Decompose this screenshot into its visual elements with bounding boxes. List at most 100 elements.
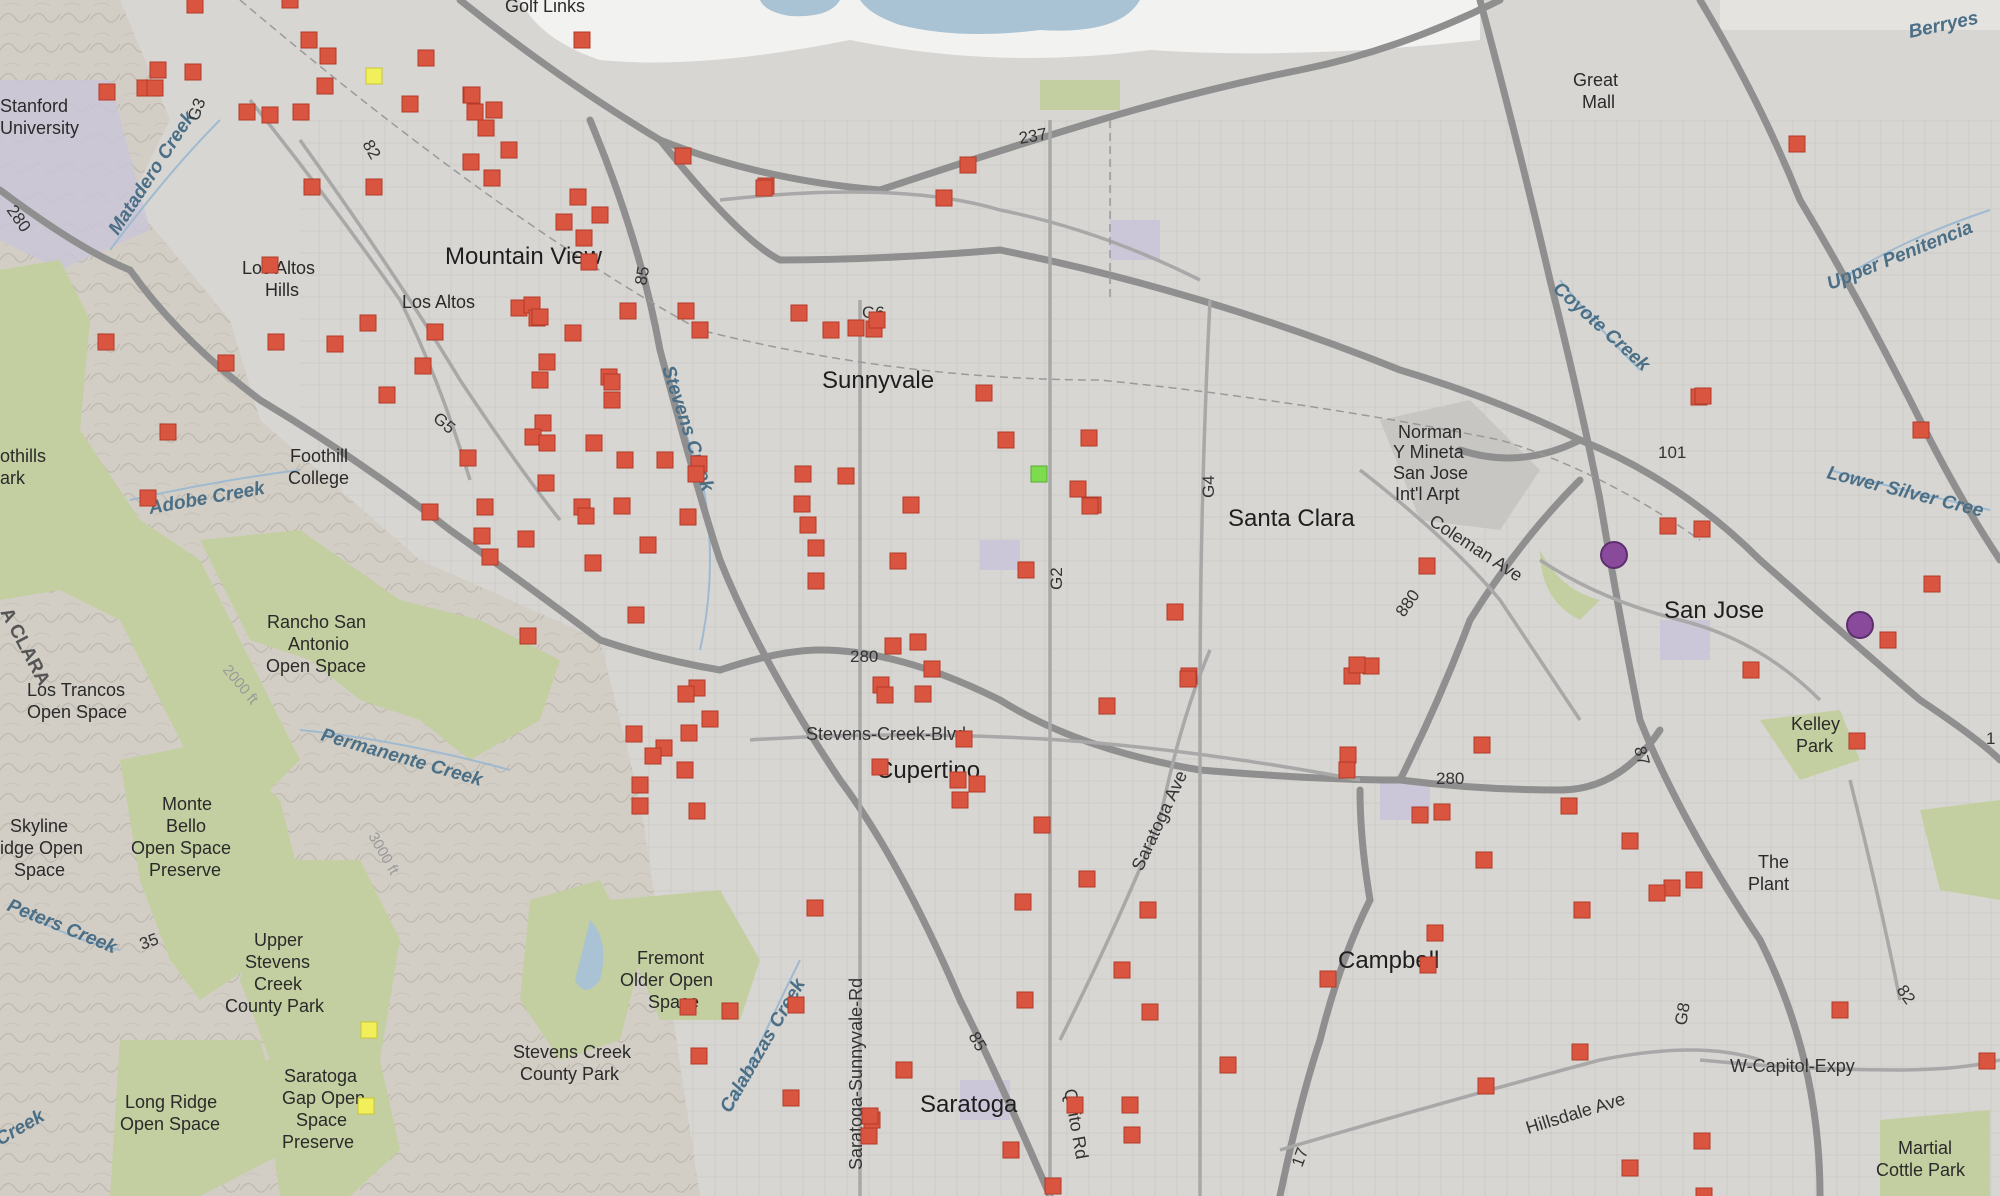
map-marker-red[interactable] [1166,603,1184,621]
map-marker-red[interactable] [787,996,805,1014]
map-marker-red[interactable] [755,179,773,197]
map-marker-red[interactable] [1685,871,1703,889]
map-marker-red[interactable] [584,554,602,572]
map-marker-red[interactable] [1742,661,1760,679]
map-marker-red[interactable] [517,530,535,548]
map-marker-red[interactable] [860,1127,878,1145]
map-marker-red[interactable] [1069,480,1087,498]
map-marker-red[interactable] [794,465,812,483]
map-marker-red[interactable] [868,311,886,329]
map-marker-red[interactable] [876,686,894,704]
map-marker-red[interactable] [1663,879,1681,897]
map-marker-red[interactable] [1693,520,1711,538]
map-marker-red[interactable] [677,685,695,703]
map-marker-red[interactable] [414,357,432,375]
map-marker-red[interactable] [365,178,383,196]
map-marker-red[interactable] [426,323,444,341]
map-marker-red[interactable] [847,319,865,337]
map-marker-yellow[interactable] [365,67,383,85]
map-marker-red[interactable] [955,730,973,748]
map-marker-red[interactable] [483,169,501,187]
map-marker-red[interactable] [807,572,825,590]
map-marker-red[interactable] [1002,1141,1020,1159]
map-marker-red[interactable] [619,302,637,320]
map-marker-red[interactable] [538,353,556,371]
map-marker-red[interactable] [1475,851,1493,869]
map-marker-red[interactable] [500,141,518,159]
map-marker-red[interactable] [139,489,157,507]
map-marker-red[interactable] [159,423,177,441]
map-marker-red[interactable] [909,633,927,651]
map-marker-red[interactable] [1848,732,1866,750]
map-marker-red[interactable] [1694,387,1712,405]
map-marker-red[interactable] [538,434,556,452]
map-marker-red[interactable] [1033,816,1051,834]
map-marker-green[interactable] [1030,465,1048,483]
map-marker-red[interactable] [997,431,1015,449]
map-marker-red[interactable] [1044,1177,1062,1195]
map-marker-red[interactable] [466,103,484,121]
map-marker-red[interactable] [1477,1077,1495,1095]
map-marker-red[interactable] [1923,575,1941,593]
map-marker-yellow[interactable] [357,1097,375,1115]
map-marker-red[interactable] [1560,797,1578,815]
map-marker-red[interactable] [537,474,555,492]
map-marker-red[interactable] [319,47,337,65]
map-marker-red[interactable] [1081,497,1099,515]
map-marker-red[interactable] [1433,803,1451,821]
map-marker-purple[interactable] [1600,541,1628,569]
map-marker-red[interactable] [378,386,396,404]
map-marker-red[interactable] [806,899,824,917]
map-marker-red[interactable] [1348,656,1366,674]
map-marker-red[interactable] [569,188,587,206]
map-marker-red[interactable] [238,103,256,121]
map-marker-red[interactable] [871,758,889,776]
map-marker-red[interactable] [555,213,573,231]
map-marker-red[interactable] [1338,761,1356,779]
map-marker-red[interactable] [261,106,279,124]
map-marker-red[interactable] [591,206,609,224]
map-marker-red[interactable] [679,998,697,1016]
map-marker-red[interactable] [186,0,204,14]
map-marker-red[interactable] [1098,697,1116,715]
map-marker-red[interactable] [1912,421,1930,439]
map-marker-red[interactable] [481,548,499,566]
map-marker-red[interactable] [631,797,649,815]
map-marker-red[interactable] [326,335,344,353]
map-marker-red[interactable] [1419,956,1437,974]
map-marker-red[interactable] [564,324,582,342]
map-marker-red[interactable] [1659,517,1677,535]
map-marker-red[interactable] [149,61,167,79]
map-marker-red[interactable] [267,333,285,351]
map-marker-red[interactable] [1621,832,1639,850]
map-marker-red[interactable] [603,373,621,391]
map-marker-red[interactable] [531,308,549,326]
map-marker-red[interactable] [1080,429,1098,447]
map-marker-red[interactable] [1879,631,1897,649]
map-marker-red[interactable] [949,771,967,789]
map-marker-red[interactable] [1179,670,1197,688]
map-marker-red[interactable] [959,156,977,174]
map-marker-red[interactable] [1978,1052,1996,1070]
map-marker-red[interactable] [687,465,705,483]
map-marker-red[interactable] [656,451,674,469]
map-canvas[interactable]: Golf Links Stanford University Great Mal… [0,0,2000,1196]
map-marker-red[interactable] [585,434,603,452]
map-marker-red[interactable] [401,95,419,113]
map-marker-red[interactable] [462,153,480,171]
map-marker-red[interactable] [799,516,817,534]
map-marker-red[interactable] [688,802,706,820]
map-marker-red[interactable] [674,147,692,165]
map-marker-red[interactable] [902,496,920,514]
map-marker-red[interactable] [1219,1056,1237,1074]
map-marker-red[interactable] [1693,1132,1711,1150]
map-marker-red[interactable] [1066,1096,1084,1114]
map-marker-red[interactable] [679,508,697,526]
map-marker-purple[interactable] [1846,611,1874,639]
map-marker-red[interactable] [1426,924,1444,942]
map-marker-red[interactable] [1141,1003,1159,1021]
map-marker-red[interactable] [793,495,811,513]
map-marker-red[interactable] [721,1002,739,1020]
map-marker-red[interactable] [316,77,334,95]
map-marker-red[interactable] [1418,557,1436,575]
